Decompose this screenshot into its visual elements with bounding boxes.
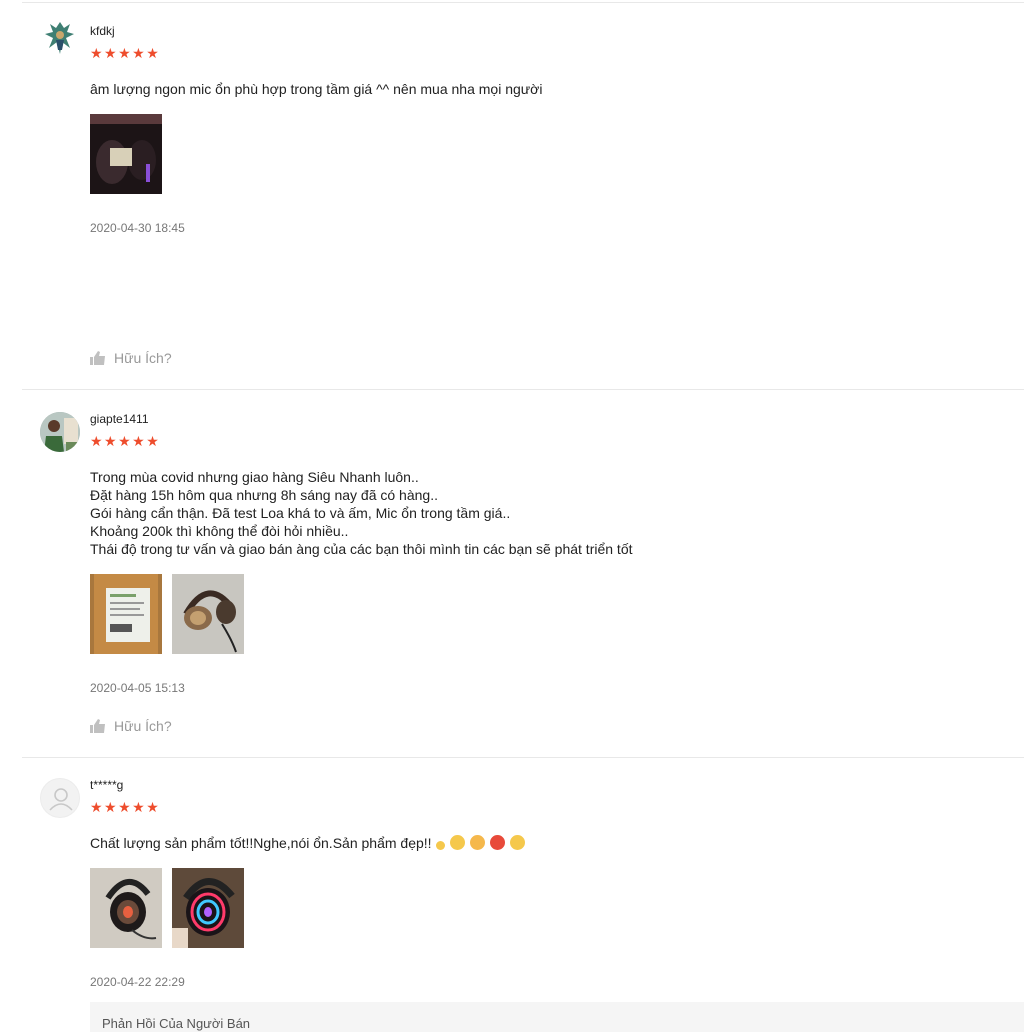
user-placeholder-icon <box>49 788 73 811</box>
helpful-button[interactable]: Hữu Ích? <box>90 350 172 366</box>
avatar[interactable] <box>40 412 80 452</box>
review-photo[interactable] <box>90 868 162 948</box>
review-photo[interactable] <box>90 114 162 194</box>
review-photo[interactable] <box>172 868 244 948</box>
comment-text: Chất lượng sản phẩm tốt!!Nghe,nói ổn.Sản… <box>90 835 432 851</box>
review-photos <box>90 868 244 948</box>
thumbs-up-icon <box>90 719 105 733</box>
rating-stars: ★★★★★ <box>90 799 161 815</box>
review-author[interactable]: giapte1411 <box>90 412 149 426</box>
review-photos <box>90 114 162 194</box>
avatar[interactable] <box>40 778 80 818</box>
review-author[interactable]: t*****g <box>90 778 123 792</box>
emoji-icon <box>510 835 525 850</box>
avatar[interactable] <box>40 18 80 58</box>
emoji-icon <box>490 835 506 850</box>
review-comment: Chất lượng sản phẩm tốt!!Nghe,nói ổn.Sản… <box>90 834 525 852</box>
review-time: 2020-04-05 15:13 <box>90 681 185 695</box>
emoji-icon <box>436 841 446 850</box>
comment-line: Khoảng 200k thì không thể đòi hỏi nhiều.… <box>90 523 349 539</box>
rating-stars: ★★★★★ <box>90 45 161 61</box>
comment-line: âm lượng ngon mic ổn phù hợp trong tầm g… <box>90 81 543 97</box>
comment-line: Gói hàng cẩn thận. Đã test Loa khá to và… <box>90 505 511 521</box>
helpful-label: Hữu Ích? <box>114 718 172 734</box>
thumbs-up-icon <box>90 351 105 365</box>
review-photos <box>90 574 244 654</box>
review-photo[interactable] <box>172 574 244 654</box>
helpful-label: Hữu Ích? <box>114 350 172 366</box>
review-divider <box>22 389 1024 390</box>
emoji-icon <box>450 835 466 850</box>
review-comment: âm lượng ngon mic ổn phù hợp trong tầm g… <box>90 80 542 98</box>
rating-stars: ★★★★★ <box>90 433 161 449</box>
review-time: 2020-04-22 22:29 <box>90 975 185 989</box>
review-comment: Trong mùa covid nhưng giao hàng Siêu Nha… <box>90 468 633 558</box>
top-divider <box>22 2 1024 3</box>
comment-line: Thái độ trong tư vấn và giao bán àng của… <box>90 541 633 557</box>
review-author[interactable]: kfdkj <box>90 24 115 38</box>
review-photo[interactable] <box>90 574 162 654</box>
comment-line: Trong mùa covid nhưng giao hàng Siêu Nha… <box>90 469 419 485</box>
review-divider <box>22 757 1024 758</box>
comment-line: Chất lượng sản phẩm tốt!!Nghe,nói ổn.Sản… <box>90 834 525 852</box>
helpful-button[interactable]: Hữu Ích? <box>90 718 172 734</box>
seller-reply: Phản Hồi Của Người Bán <box>90 1002 1024 1032</box>
review-time: 2020-04-30 18:45 <box>90 221 185 235</box>
emoji-icon <box>470 835 486 850</box>
comment-line: Đặt hàng 15h hôm qua nhưng 8h sáng nay đ… <box>90 487 438 503</box>
